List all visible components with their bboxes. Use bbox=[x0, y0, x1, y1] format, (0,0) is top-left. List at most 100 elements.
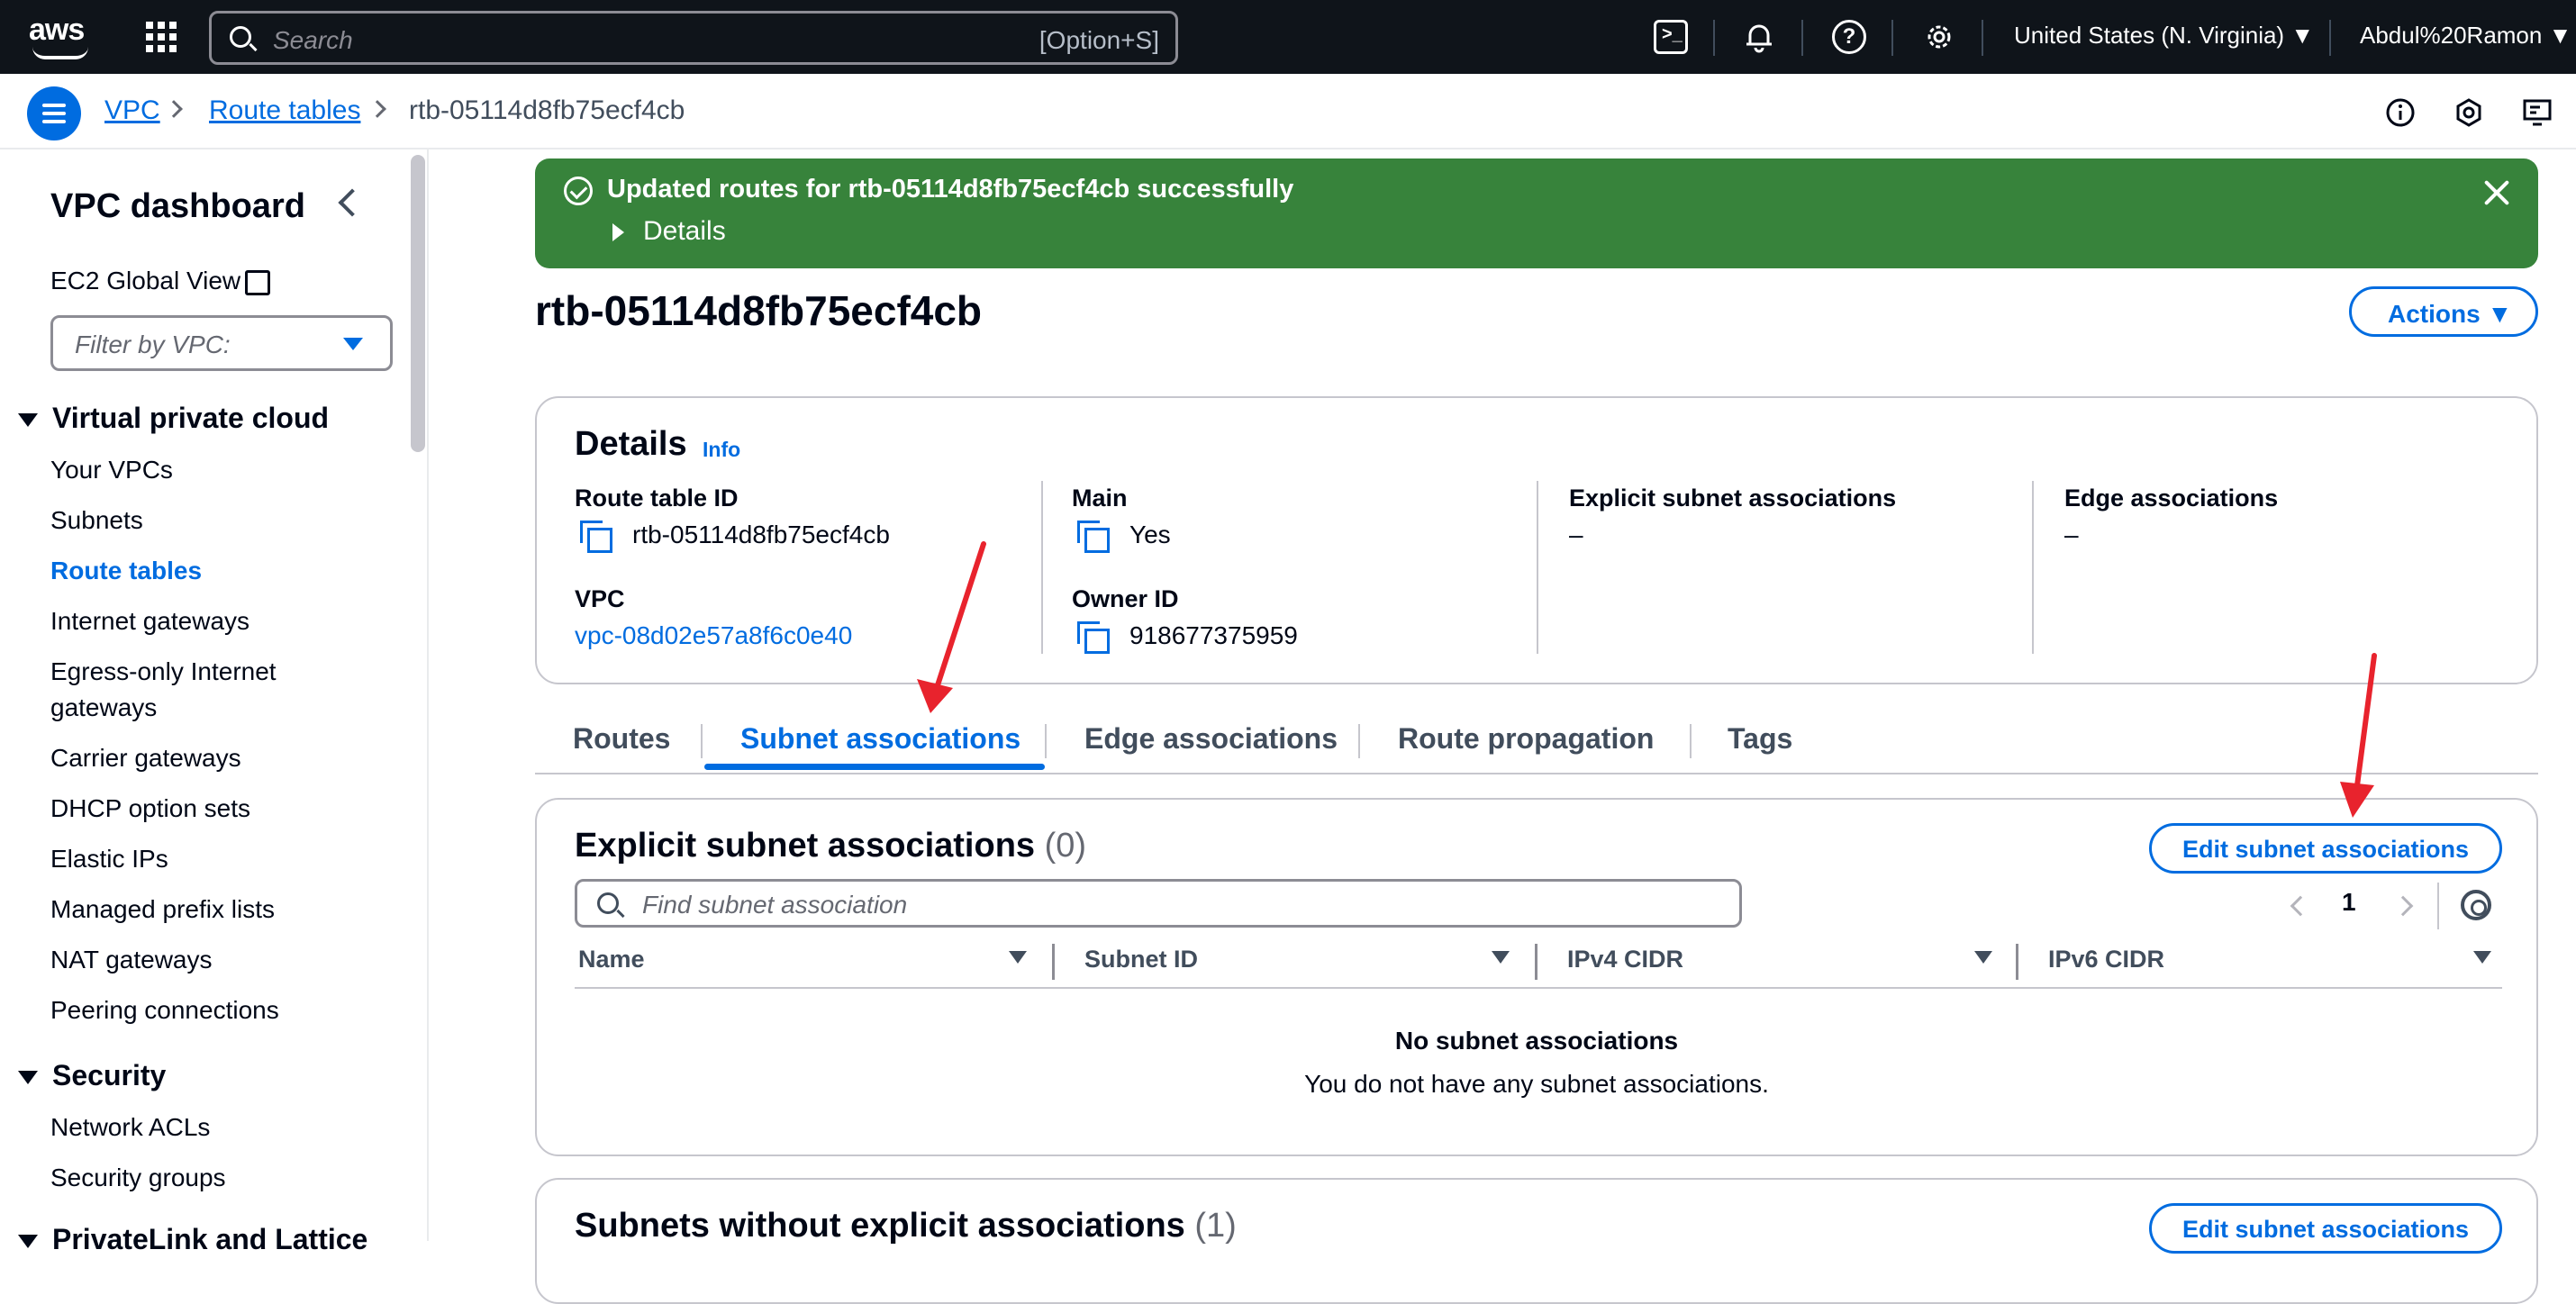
sidebar-item-egress-only-internet-gateways[interactable]: Egress-only Internet bbox=[50, 657, 277, 686]
column-header-name[interactable]: Name bbox=[578, 946, 645, 973]
help-icon[interactable]: ? bbox=[1832, 20, 1866, 54]
info-link[interactable]: Info bbox=[703, 438, 740, 462]
divider bbox=[2329, 20, 2331, 56]
cloudshell-icon[interactable] bbox=[1654, 20, 1688, 54]
notifications-shield-icon[interactable] bbox=[2454, 97, 2484, 128]
tab-tags[interactable]: Tags bbox=[1728, 722, 1792, 756]
tab-divider bbox=[1045, 724, 1047, 758]
find-subnet-association-input[interactable]: Find subnet association bbox=[575, 879, 1742, 928]
table-preferences-gear-icon[interactable] bbox=[2461, 890, 2491, 920]
divider bbox=[1713, 20, 1715, 56]
page-number[interactable]: 1 bbox=[2342, 888, 2356, 917]
info-icon[interactable] bbox=[2385, 97, 2416, 128]
divider bbox=[1891, 20, 1893, 56]
tab-edge-associations[interactable]: Edge associations bbox=[1084, 722, 1338, 756]
expand-icon bbox=[18, 1235, 38, 1249]
sidebar-item-route-tables[interactable]: Route tables bbox=[50, 557, 202, 585]
sidebar-scrollbar[interactable] bbox=[411, 155, 425, 452]
sidebar-item-your-vpcs[interactable]: Your VPCs bbox=[50, 456, 173, 484]
breadcrumb-route-tables[interactable]: Route tables bbox=[209, 95, 360, 126]
chevron-right-icon bbox=[165, 100, 183, 118]
section-security[interactable]: Security bbox=[18, 1059, 166, 1092]
column-resizer[interactable] bbox=[1535, 944, 1537, 980]
breadcrumb-current: rtb-05114d8fb75ecf4cb bbox=[409, 95, 685, 125]
filter-by-vpc-select[interactable]: Filter by VPC: bbox=[50, 315, 393, 371]
details-panel: Details Info Route table ID rtb-05114d8f… bbox=[535, 396, 2538, 684]
account-menu[interactable]: Abdul%20Ramon ▼ bbox=[2360, 22, 2571, 50]
active-tab-indicator bbox=[704, 764, 1045, 770]
sidebar-item-dhcp-option-sets[interactable]: DHCP option sets bbox=[50, 794, 250, 823]
empty-state-title: No subnet associations bbox=[1394, 1027, 1679, 1055]
sidebar-item-security-groups[interactable]: Security groups bbox=[50, 1164, 226, 1192]
tab-divider bbox=[1358, 724, 1360, 758]
gear-icon[interactable] bbox=[1922, 20, 1956, 54]
sidebar-item-network-acls[interactable]: Network ACLs bbox=[50, 1113, 210, 1142]
count-badge: (1) bbox=[1194, 1207, 1237, 1245]
section-title-text: Subnets without explicit associations bbox=[575, 1207, 1185, 1245]
breadcrumb-vpc[interactable]: VPC bbox=[104, 95, 160, 126]
copy-icon[interactable] bbox=[1077, 521, 1110, 553]
copy-icon[interactable] bbox=[580, 521, 612, 553]
chevron-right-icon bbox=[368, 100, 386, 118]
column-divider bbox=[1537, 481, 1538, 654]
copy-icon[interactable] bbox=[1077, 621, 1110, 654]
sidebar-title[interactable]: VPC dashboard bbox=[50, 187, 305, 226]
search-icon bbox=[230, 26, 251, 48]
tab-routes[interactable]: Routes bbox=[573, 722, 670, 756]
divider bbox=[2437, 883, 2439, 929]
actions-button[interactable]: Actions ▼ bbox=[2349, 286, 2538, 337]
global-search-input[interactable]: Search [Option+S] bbox=[209, 11, 1178, 65]
column-header-subnet-id[interactable]: Subnet ID bbox=[1084, 946, 1198, 973]
edit-subnet-associations-button[interactable]: Edit subnet associations bbox=[2149, 823, 2502, 874]
explicit-associations-title: Explicit subnet associations (0) bbox=[575, 827, 1086, 865]
sidebar-item-elastic-ips[interactable]: Elastic IPs bbox=[50, 845, 168, 874]
previous-page-icon[interactable] bbox=[2290, 895, 2311, 917]
sidebar-item-internet-gateways[interactable]: Internet gateways bbox=[50, 607, 249, 636]
section-privatelink-and-lattice[interactable]: PrivateLink and Lattice bbox=[18, 1223, 367, 1256]
column-header-ipv6-cidr[interactable]: IPv6 CIDR bbox=[2048, 946, 2164, 973]
sidebar-item-managed-prefix-lists[interactable]: Managed prefix lists bbox=[50, 895, 275, 924]
vpc-label: VPC bbox=[575, 585, 625, 612]
expand-icon bbox=[18, 413, 38, 428]
tab-route-propagation[interactable]: Route propagation bbox=[1398, 722, 1654, 756]
column-resizer[interactable] bbox=[2016, 944, 2018, 980]
sort-icon[interactable] bbox=[2473, 951, 2491, 964]
sidebar-item-carrier-gateways[interactable]: Carrier gateways bbox=[50, 744, 241, 773]
sidebar-item-egress-only-internet-gateways-line2[interactable]: gateways bbox=[50, 693, 157, 722]
tab-subnet-associations[interactable]: Subnet associations bbox=[740, 722, 1020, 756]
main-value: Yes bbox=[1129, 521, 1171, 548]
side-navigation: VPC dashboard EC2 Global View Filter by … bbox=[0, 149, 429, 1255]
edge-associations-label: Edge associations bbox=[2064, 484, 2279, 512]
top-navigation: aws Search [Option+S] ? United States (N… bbox=[0, 0, 2576, 74]
expand-icon bbox=[18, 1071, 38, 1085]
sort-icon[interactable] bbox=[1492, 951, 1510, 964]
vpc-link[interactable]: vpc-08d02e57a8f6c0e40 bbox=[575, 621, 852, 650]
feedback-icon[interactable] bbox=[2522, 97, 2553, 128]
menu-icon[interactable] bbox=[27, 86, 81, 140]
sidebar-item-nat-gateways[interactable]: NAT gateways bbox=[50, 946, 212, 974]
section-virtual-private-cloud[interactable]: Virtual private cloud bbox=[18, 402, 329, 435]
aws-logo[interactable]: aws bbox=[29, 13, 94, 61]
flash-details-toggle[interactable]: Details bbox=[643, 216, 726, 247]
sidebar-item-peering-connections[interactable]: Peering connections bbox=[50, 996, 279, 1025]
sidebar-item-ec2-global-view[interactable]: EC2 Global View bbox=[50, 267, 240, 295]
region-selector[interactable]: United States (N. Virginia) ▼ bbox=[2014, 22, 2314, 50]
services-grid-icon[interactable] bbox=[146, 22, 177, 52]
owner-id-label: Owner ID bbox=[1072, 585, 1179, 612]
sort-icon[interactable] bbox=[1974, 951, 1992, 964]
caret-right-icon[interactable] bbox=[612, 223, 624, 241]
page-title: rtb-05114d8fb75ecf4cb bbox=[535, 287, 983, 334]
explicit-subnet-associations-panel: Explicit subnet associations (0) Edit su… bbox=[535, 798, 2538, 1156]
edit-subnet-associations-button-2[interactable]: Edit subnet associations bbox=[2149, 1203, 2502, 1254]
next-page-icon[interactable] bbox=[2392, 895, 2414, 917]
collapse-sidebar-icon[interactable] bbox=[338, 188, 367, 217]
close-icon[interactable] bbox=[2481, 177, 2513, 209]
sort-icon[interactable] bbox=[1009, 951, 1027, 964]
sidebar-item-subnets[interactable]: Subnets bbox=[50, 506, 143, 535]
column-resizer[interactable] bbox=[1052, 944, 1055, 980]
bell-icon[interactable] bbox=[1742, 20, 1776, 54]
route-table-id-label: Route table ID bbox=[575, 484, 739, 512]
column-divider bbox=[1041, 481, 1043, 654]
column-header-ipv4-cidr[interactable]: IPv4 CIDR bbox=[1567, 946, 1683, 973]
divider bbox=[1982, 20, 1983, 56]
